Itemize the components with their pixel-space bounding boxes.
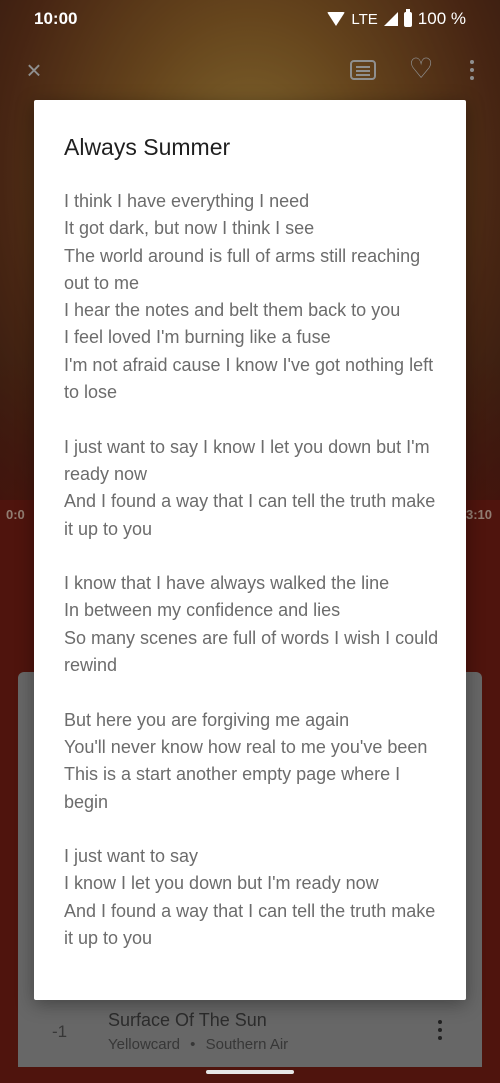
lyrics-stanza: But here you are forgiving me again You'… [64,707,442,816]
battery-icon [403,8,412,27]
lyrics-body[interactable]: I think I have everything I need It got … [64,188,442,952]
signal-icon [383,12,398,26]
lyric-line: I just want to say I know I let you down… [64,436,430,484]
navigation-handle[interactable] [206,1070,294,1074]
lyric-line: But here you are forgiving me again [64,709,350,730]
lyric-line: And I found a way that I can tell the tr… [64,491,436,539]
lyric-line: I know that I have always walked the lin… [64,573,390,594]
lyric-line: I know I let you down but I'm ready now [64,873,379,894]
lyric-line: I feel loved I'm burning like a fuse [64,327,331,348]
lyrics-stanza: I just want to say I know I let you down… [64,434,442,543]
lyrics-stanza: I know that I have always walked the lin… [64,570,442,679]
lyric-line: And I found a way that I can tell the tr… [64,900,436,949]
battery-level: 100 % [417,9,466,28]
lyric-line: I hear the notes and belt them back to y… [64,300,401,321]
lyric-line: So many scenes are full of words I wish … [64,627,439,676]
lyric-line: In between my confidence and lies [64,600,341,621]
lyric-line: It got dark, but now I think I see [64,218,315,239]
lyric-line: I think I have everything I need [64,191,310,211]
status-time: 10:00 [34,9,78,28]
lyric-line: This is a start another empty page where… [64,764,401,812]
lyric-line: You'll never know how real to me you've … [64,736,428,757]
network-type: LTE [351,10,378,28]
lyric-line: I just want to say [64,846,199,867]
lyrics-stanza: I just want to say I know I let you down… [64,843,442,952]
status-icons: LTE 100 % [327,8,466,29]
lyric-line: I'm not afraid cause I know I've got not… [64,354,434,403]
dialog-title: Always Summer [64,134,231,160]
wifi-icon [327,12,346,26]
status-bar: 10:00 LTE 100 % [0,0,500,36]
lyrics-stanza: I think I have everything I need It got … [64,188,442,406]
lyric-line: The world around is full of arms still r… [64,245,421,293]
lyrics-dialog: Always Summer I think I have everything … [34,100,466,1000]
